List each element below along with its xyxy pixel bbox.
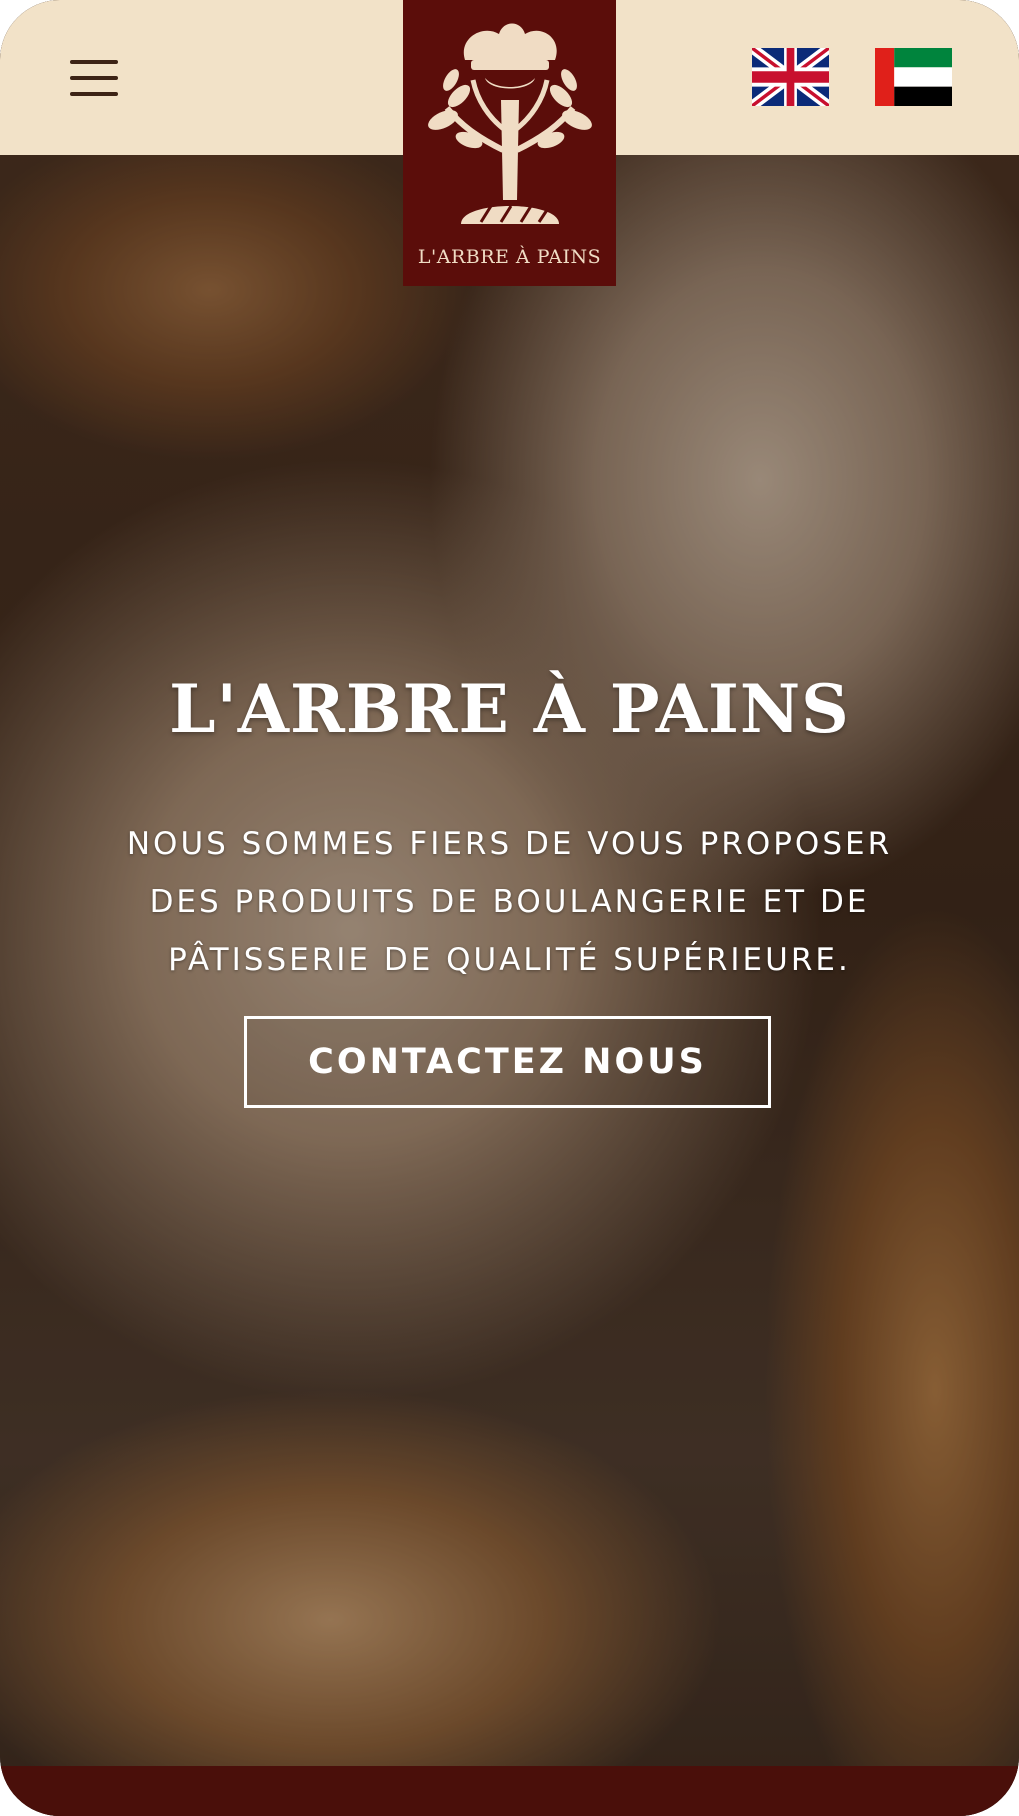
tree-bread-logo xyxy=(428,23,592,224)
hero-tagline: NOUS SOMMES FIERS DE VOUS PROPOSER DES P… xyxy=(40,815,979,989)
phone-frame: L'ARBRE À PAINS L'ARBRE À PAINS NOUS SOM… xyxy=(0,0,1019,1816)
tagline-line: NOUS SOMMES FIERS DE VOUS PROPOSER xyxy=(126,826,893,862)
hamburger-menu-icon[interactable] xyxy=(70,60,118,96)
logo-wordmark: L'ARBRE À PAINS xyxy=(417,246,602,268)
contact-us-button-label: CONTACTEZ NOUS xyxy=(308,1042,707,1082)
tagline-line: PÂTISSERIE DE QUALITÉ SUPÉRIEURE. xyxy=(168,942,851,978)
uk-flag-icon[interactable] xyxy=(752,48,829,106)
hero-title: L'ARBRE À PAINS xyxy=(169,670,850,748)
brand-logo[interactable]: L'ARBRE À PAINS xyxy=(403,0,616,286)
tagline-line: DES PRODUITS DE BOULANGERIE ET DE xyxy=(149,884,870,920)
footer-bar xyxy=(0,1766,1019,1816)
contact-us-button[interactable]: CONTACTEZ NOUS xyxy=(244,1016,771,1108)
uae-flag-icon[interactable] xyxy=(875,48,952,106)
